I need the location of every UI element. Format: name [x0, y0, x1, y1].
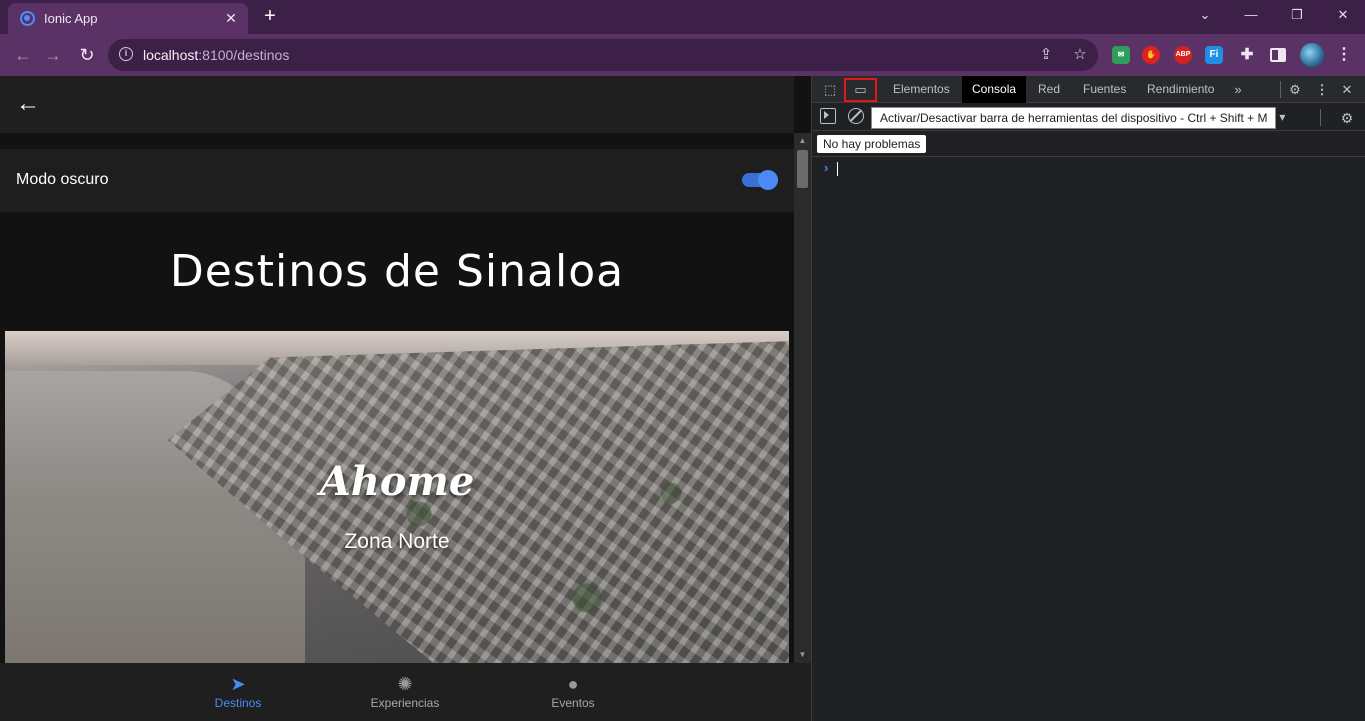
- tab-destinos-label: Destinos: [214, 696, 262, 710]
- dark-mode-label: Modo oscuro: [16, 171, 109, 188]
- toggle-knob: [758, 170, 778, 190]
- issues-badge[interactable]: No hay problemas: [817, 135, 927, 153]
- devtools-settings-icon[interactable]: ⚙: [1285, 80, 1305, 100]
- tab-search-icon[interactable]: ⌄: [1182, 0, 1228, 30]
- clear-console-icon[interactable]: [848, 108, 864, 124]
- device-toolbar-tooltip: Activar/Desactivar barra de herramientas…: [871, 107, 1277, 129]
- tab-strip: Ionic App ✕ + ⌄ — ❐ ✕: [0, 0, 1365, 34]
- devtools-tab-rendimiento[interactable]: Rendimiento: [1137, 76, 1224, 103]
- ionic-favicon-icon: [20, 11, 35, 26]
- extensions-puzzle-icon[interactable]: ✚: [1238, 46, 1256, 64]
- tab-experiencias-label: Experiencias: [370, 696, 440, 710]
- hand-extension-icon[interactable]: ✋: [1142, 46, 1160, 64]
- browser-toolbar: ← → ↻ i localhost:8100/destinos ⇪ ☆: [0, 34, 1365, 76]
- scroll-up-icon[interactable]: ▲: [794, 133, 811, 149]
- console-input-caret[interactable]: [837, 162, 838, 176]
- devtools-tab-fuentes[interactable]: Fuentes: [1073, 76, 1136, 103]
- browser-tab[interactable]: Ionic App ✕: [8, 3, 248, 34]
- devtools-tab-elementos[interactable]: Elementos: [883, 76, 960, 103]
- tab-destinos[interactable]: ➤ Destinos: [178, 663, 298, 721]
- page-scrollbar[interactable]: ▲ ▼: [794, 133, 811, 663]
- forward-icon[interactable]: →: [40, 42, 66, 68]
- scroll-thumb[interactable]: [797, 150, 808, 188]
- destination-subtitle: Zona Norte: [344, 530, 450, 553]
- console-divider: [1320, 109, 1321, 126]
- adblock-plus-icon[interactable]: ABP: [1174, 46, 1192, 64]
- back-arrow-icon[interactable]: ←: [16, 92, 40, 116]
- devtools-divider: [1280, 81, 1281, 98]
- destination-card-image[interactable]: Ahome Zona Norte: [5, 331, 789, 663]
- tab-eventos[interactable]: ● Eventos: [513, 663, 633, 721]
- console-sidebar-icon[interactable]: [820, 108, 836, 124]
- destination-logo: Ahome: [319, 458, 475, 505]
- devtools-menu-icon[interactable]: ⋮: [1312, 80, 1332, 100]
- mail-extension-icon[interactable]: ✉: [1112, 46, 1130, 64]
- inspect-element-icon[interactable]: ⬚: [820, 80, 840, 100]
- devtools-close-icon[interactable]: ✕: [1337, 80, 1357, 100]
- tab-title: Ionic App: [44, 11, 98, 26]
- app-header: ←: [0, 76, 794, 133]
- app-viewport: ← Modo oscuro Destinos de Sinaloa Ahome …: [0, 76, 811, 721]
- side-panel-icon[interactable]: [1270, 48, 1286, 62]
- more-tabs-icon[interactable]: »: [1228, 80, 1248, 100]
- address-bar[interactable]: i localhost:8100/destinos ⇪ ☆: [108, 39, 1098, 71]
- devtools-tab-consola[interactable]: Consola: [962, 76, 1027, 103]
- devtools-tabbar: ⬚ ▭ Elementos Consola Red Fuentes Rendim…: [812, 76, 1365, 103]
- console-settings-icon[interactable]: ⚙: [1337, 108, 1357, 128]
- reload-icon[interactable]: ↻: [74, 42, 100, 68]
- back-icon[interactable]: ←: [10, 42, 36, 68]
- balloon-icon: ●: [567, 674, 579, 694]
- restore-button[interactable]: ❐: [1274, 0, 1320, 30]
- site-info-icon[interactable]: i: [119, 47, 133, 61]
- minimize-button[interactable]: —: [1228, 0, 1274, 30]
- console-prompt-icon: ›: [824, 160, 829, 175]
- scroll-down-icon[interactable]: ▼: [794, 647, 811, 663]
- page-title: Destinos de Sinaloa: [169, 246, 625, 297]
- dark-mode-row: Modo oscuro: [0, 149, 794, 212]
- url-path: :8100/destinos: [198, 47, 290, 63]
- url-host: localhost: [143, 47, 199, 63]
- issues-divider: [812, 156, 1365, 157]
- tab-close-icon[interactable]: ✕: [222, 9, 240, 27]
- navigate-icon: ➤: [230, 674, 246, 694]
- devtools-tab-red[interactable]: Red: [1028, 76, 1070, 103]
- browser-window: Ionic App ✕ + ⌄ — ❐ ✕ ← → ↻ i localhost:…: [0, 0, 1365, 721]
- share-icon[interactable]: ⇪: [1036, 45, 1056, 65]
- profile-avatar[interactable]: [1300, 43, 1324, 67]
- fi-extension-icon[interactable]: Fi: [1205, 46, 1223, 64]
- dark-mode-toggle[interactable]: [742, 170, 778, 190]
- bookmark-star-icon[interactable]: ☆: [1070, 45, 1090, 65]
- devtools-panel: ⬚ ▭ Elementos Consola Red Fuentes Rendim…: [811, 76, 1365, 721]
- octopus-icon: ✺: [397, 674, 413, 694]
- url-text: localhost:8100/destinos: [143, 47, 289, 63]
- bottom-tab-bar: ➤ Destinos ✺ Experiencias ● Eventos: [0, 663, 811, 721]
- close-window-button[interactable]: ✕: [1320, 0, 1365, 30]
- tab-experiencias[interactable]: ✺ Experiencias: [345, 663, 465, 721]
- new-tab-button[interactable]: +: [258, 6, 282, 28]
- browser-menu-icon[interactable]: ⋮: [1336, 44, 1352, 66]
- device-toolbar-icon[interactable]: ▭: [844, 78, 877, 102]
- tab-eventos-label: Eventos: [551, 696, 595, 710]
